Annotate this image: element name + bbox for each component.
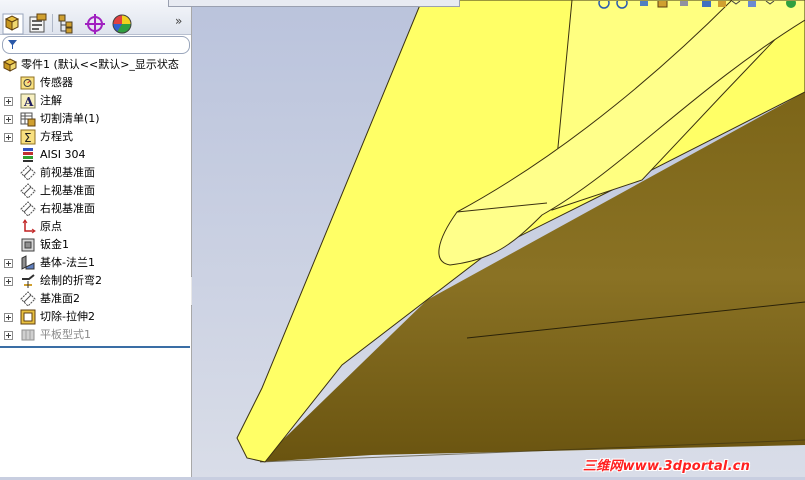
feature-manager-panel: » 零件1 (默认<<默认>_显示状态 传感器 A 注解 切割清单(1) Σ 方…	[0, 0, 192, 477]
base-flange-icon	[21, 255, 35, 270]
tree-item-label: 原点	[40, 220, 62, 233]
sensor-icon	[20, 76, 35, 90]
tree-item-base-flange[interactable]: 基体-法兰1	[0, 254, 191, 272]
tree-item-plane2[interactable]: 基准面2	[0, 290, 191, 308]
plane-icon	[20, 291, 36, 307]
tree-item-flat-pattern[interactable]: 平板型式1	[0, 326, 191, 344]
configuration-manager-icon	[58, 14, 73, 34]
feature-tree-tab[interactable]	[2, 13, 26, 35]
tab-divider	[52, 14, 53, 32]
tree-item-sketched-bend[interactable]: 绘制的折弯2	[0, 272, 191, 290]
site-watermark: 三维网www.3dportal.cn	[583, 459, 751, 474]
part-model-render	[192, 0, 805, 477]
feature-tree-icon	[2, 13, 24, 35]
tree-item-sheet-metal[interactable]: 钣金1	[0, 236, 191, 254]
tree-item-label: 注解	[40, 94, 62, 107]
tree-root-label: 零件1 (默认<<默认>_显示状态	[21, 58, 179, 71]
sketched-bend-icon	[22, 274, 35, 288]
cut-extrude-icon	[20, 309, 36, 325]
dimxpert-tab[interactable]	[84, 13, 108, 35]
tree-item-label: 方程式	[40, 130, 73, 143]
annotation-icon: A	[20, 93, 36, 109]
expand-toggle[interactable]	[4, 115, 13, 124]
cut-list-icon	[20, 112, 36, 127]
window-tabs-strip	[168, 0, 460, 7]
dimxpert-crosshair-icon	[85, 14, 105, 34]
tree-item-label: 平板型式1	[40, 328, 91, 341]
display-manager-tab[interactable]	[111, 13, 135, 35]
svg-text:Σ: Σ	[24, 131, 32, 145]
view-toolbar-icons[interactable]	[596, 0, 805, 10]
tree-item-label: 传感器	[40, 76, 73, 89]
expand-toggle[interactable]	[4, 313, 13, 322]
plane-icon	[20, 165, 36, 181]
tree-root-part[interactable]: 零件1 (默认<<默认>_显示状态	[0, 56, 191, 74]
tree-item-label: 切除-拉伸2	[40, 310, 95, 323]
part-icon	[2, 58, 18, 72]
expand-toggle[interactable]	[4, 133, 13, 142]
svg-text:A: A	[23, 95, 34, 109]
sheet-metal-icon	[21, 238, 35, 252]
display-manager-icon	[112, 14, 132, 34]
tree-item-top-plane[interactable]: 上视基准面	[0, 182, 191, 200]
property-manager-icon	[29, 13, 47, 33]
flat-pattern-icon	[21, 329, 35, 341]
expand-toggle[interactable]	[4, 97, 13, 106]
plane-icon	[20, 201, 36, 217]
tree-item-sensors[interactable]: 传感器	[0, 74, 191, 92]
expand-toggle[interactable]	[4, 259, 13, 268]
expand-toggle[interactable]	[4, 277, 13, 286]
configuration-manager-tab[interactable]	[56, 13, 80, 35]
tree-item-label: 前视基准面	[40, 166, 95, 179]
tree-item-right-plane[interactable]: 右视基准面	[0, 200, 191, 218]
tree-item-label: 绘制的折弯2	[40, 274, 102, 287]
equation-icon: Σ	[20, 129, 36, 145]
tree-item-label: 基准面2	[40, 292, 80, 305]
plane-icon	[20, 183, 36, 199]
tree-item-annotations[interactable]: A 注解	[0, 92, 191, 110]
graphics-viewport[interactable]	[192, 0, 805, 477]
more-tabs-chevron-icon[interactable]: »	[175, 14, 182, 28]
tree-item-origin[interactable]: 原点	[0, 218, 191, 236]
tree-item-label: 钣金1	[40, 238, 69, 251]
origin-icon	[22, 219, 36, 234]
tree-item-label: 切割清单(1)	[40, 112, 100, 125]
tree-filter-input[interactable]	[2, 36, 190, 54]
tree-item-front-plane[interactable]: 前视基准面	[0, 164, 191, 182]
property-manager-tab[interactable]	[27, 13, 51, 35]
tree-item-equations[interactable]: Σ 方程式	[0, 128, 191, 146]
tree-item-cut-list[interactable]: 切割清单(1)	[0, 110, 191, 128]
filter-funnel-icon	[8, 40, 17, 49]
material-icon	[23, 148, 33, 162]
tree-rollback-bar[interactable]	[0, 346, 190, 348]
heads-up-view-toolbar	[596, 0, 805, 9]
tree-item-label: AISI 304	[40, 148, 86, 161]
tree-item-label: 上视基准面	[40, 184, 95, 197]
expand-toggle[interactable]	[4, 331, 13, 340]
tree-item-label: 基体-法兰1	[40, 256, 95, 269]
feature-manager-tab-bar: »	[0, 0, 191, 35]
tree-item-cut-extrude[interactable]: 切除-拉伸2	[0, 308, 191, 326]
tree-item-label: 右视基准面	[40, 202, 95, 215]
tree-item-material[interactable]: AISI 304	[0, 146, 191, 164]
